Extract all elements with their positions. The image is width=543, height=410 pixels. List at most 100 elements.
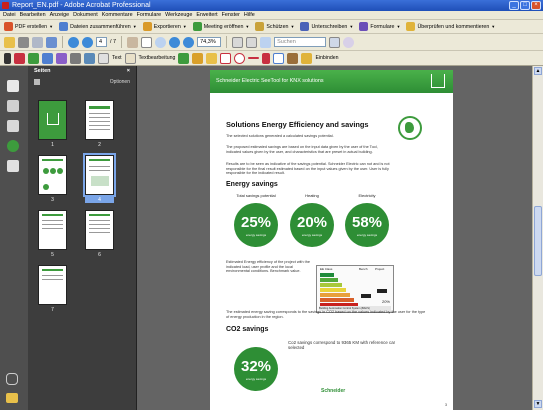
menu-dokument[interactable]: Dokument [73,11,98,19]
menu-erweitert[interactable]: Erweitert [196,11,217,19]
paperclip-icon[interactable] [6,373,18,385]
select-tool-icon[interactable] [141,36,153,48]
task-protect[interactable]: Schützen ▼ [255,22,294,31]
note-icon[interactable] [70,52,81,64]
text-select-icon[interactable] [98,52,109,64]
co2-text: The estimated energy saving corresponds … [226,310,426,319]
menu-bearbeiten[interactable]: Bearbeiten [20,11,46,19]
fit-page-icon[interactable] [232,36,244,48]
print-icon[interactable] [18,36,29,48]
highlight-icon[interactable] [28,52,39,64]
co2-heading: CO2 savings [226,326,269,333]
maximize-button[interactable]: □ [520,1,530,10]
thumbnail-page-7[interactable] [38,265,67,305]
task-meeting[interactable]: Meeting eröffnen ▼ [192,22,249,31]
thumbnail-page-5[interactable] [38,210,67,250]
thumbnail-page-6[interactable] [85,210,114,250]
fit-width-icon[interactable] [246,36,258,48]
comments-icon[interactable] [6,393,18,403]
menu-hilfe[interactable]: Hilfe [244,11,255,19]
vertical-scrollbar[interactable]: ▲ ▼ [532,66,543,410]
rotate-icon[interactable] [343,36,355,48]
signatures-nav-icon[interactable] [7,120,19,132]
warning-icon[interactable] [206,52,218,64]
sign-tool-label[interactable]: Einbinden [315,55,338,61]
attachments-nav-icon[interactable] [7,160,19,172]
menu-kommentare[interactable]: Kommentare [102,11,133,19]
table-col-project: Project [375,267,385,271]
arrow-up-icon[interactable] [68,36,79,48]
thumbnail-page-2[interactable] [85,100,114,140]
email-icon[interactable] [32,36,43,48]
paragraph-1: The proposed estimated savings are based… [226,145,378,154]
close-button[interactable]: × [531,1,541,10]
task-combine[interactable]: Dateien zusammenführen ▼ [59,22,137,31]
menu-datei[interactable]: Datei [3,11,16,19]
panel-close-icon[interactable]: × [127,66,130,77]
comment-tool-icon[interactable] [178,52,190,64]
class-bar [320,278,338,282]
create-pdf-icon [4,22,13,31]
thumbnail-page-1[interactable] [38,100,67,140]
gauge-value: 32% [240,358,272,375]
scroll-up-button[interactable]: ▲ [534,67,542,75]
task-export[interactable]: Exportieren ▼ [142,22,187,31]
bookmarks-nav-icon[interactable] [7,100,19,112]
task-create-pdf[interactable]: PDF erstellen ▼ [4,22,53,31]
attach-file-icon[interactable] [287,52,299,64]
touchup-icon[interactable] [124,52,136,64]
oval-icon[interactable] [234,52,246,64]
hand-tool-icon[interactable] [127,36,139,48]
attach-icon[interactable] [42,52,53,64]
menu-anzeige[interactable]: Anzeige [50,11,69,19]
minimize-button[interactable]: _ [509,1,519,10]
text-select-label[interactable]: Text [112,55,122,61]
class-bar [320,293,350,297]
menu-formulare[interactable]: Formulare [137,11,162,19]
menu-fenster[interactable]: Fenster [222,11,240,19]
meeting-icon [192,22,202,31]
acrobat-icon [2,2,9,9]
sign-tool-icon[interactable] [301,52,313,64]
save-icon[interactable] [46,36,57,48]
thumbnail-page-3[interactable] [38,155,67,195]
page-layout-icon[interactable] [329,36,341,48]
polygon-icon[interactable] [273,52,285,64]
globe-icon [398,116,422,140]
intro-text: The selected solutions generated a calcu… [226,134,334,138]
stamp-icon[interactable] [14,52,25,64]
page-number-input[interactable]: 4 [96,37,107,47]
arrow-tool-icon[interactable] [262,52,271,64]
task-sign[interactable]: Unterschreiben ▼ [300,22,353,31]
zoom-tool-icon[interactable] [155,36,167,48]
open-folder-icon[interactable] [4,36,15,48]
thumbnail-label-5: 5 [51,252,54,258]
text-edit-label[interactable]: Textbearbeitung [139,55,176,61]
task-forms[interactable]: Formulare ▼ [359,22,400,31]
snapshot-icon[interactable] [84,52,95,64]
pencil-icon[interactable] [192,52,204,64]
search-input[interactable]: Suchen [274,37,327,47]
thumbnail-page-4[interactable] [83,153,116,197]
cursor-icon[interactable] [4,52,11,64]
arrow-down-icon[interactable] [82,36,93,48]
audio-icon[interactable] [56,52,67,64]
thumbnail-label-6: 6 [98,252,101,258]
pages-nav-icon[interactable] [7,80,19,92]
bench-marker [361,294,371,298]
panel-options-menu[interactable]: Optionen [110,77,130,87]
table-col-bench: Bench [359,267,368,271]
rectangle-icon[interactable] [220,52,232,64]
zoom-in-icon[interactable] [183,36,195,48]
line-icon[interactable] [248,57,260,59]
find-icon[interactable] [260,36,272,48]
zoom-out-icon[interactable] [169,36,181,48]
layers-nav-icon[interactable] [7,140,19,152]
zoom-field[interactable]: 74,3% [197,37,222,47]
task-review[interactable]: Überprüfen und kommentieren ▼ [406,22,495,31]
delete-page-icon[interactable] [34,78,40,85]
menu-werkzeuge[interactable]: Werkzeuge [165,11,192,19]
scroll-thumb[interactable] [534,206,542,276]
scroll-down-button[interactable]: ▼ [534,400,542,408]
table-percentage: 20% [381,299,390,304]
